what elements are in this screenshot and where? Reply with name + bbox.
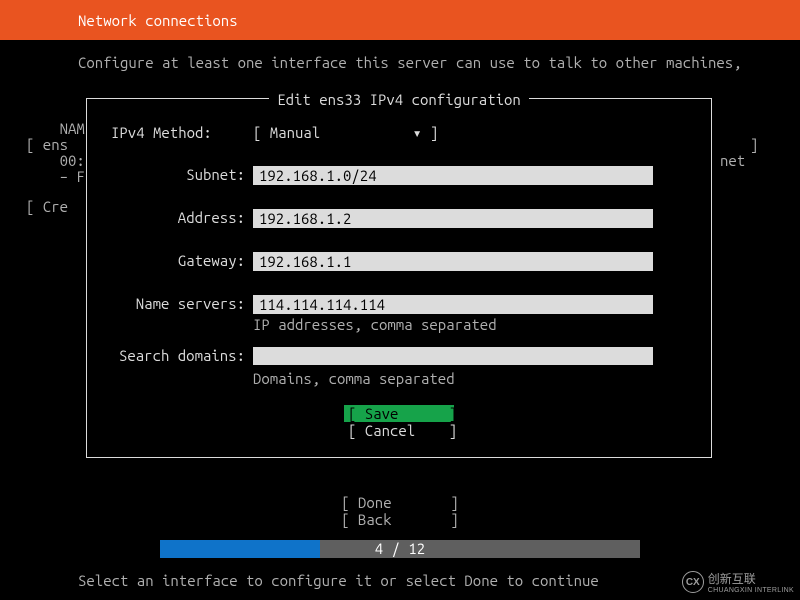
bg-mac-left: 00: (26, 152, 85, 169)
progress-bar: 4 / 12 (160, 540, 640, 558)
bottom-buttons: [ Done ] [ Back ] (0, 494, 800, 528)
address-input[interactable]: 192.168.1.2 (253, 209, 653, 228)
search-domains-hint: Domains, comma separated (253, 370, 695, 387)
bg-iface-left: [ ens (26, 136, 68, 153)
gateway-input[interactable]: 192.168.1.1 (253, 252, 653, 271)
watermark: CX 创新互联 CHUANGXIN INTERLINK (682, 570, 794, 594)
watermark-logo-icon: CX (682, 571, 704, 593)
address-label: Address: (103, 209, 253, 226)
ipv4-config-dialog: Edit ens33 IPv4 configuration IPv4 Metho… (86, 98, 712, 458)
back-button[interactable]: [ Back ] (0, 511, 800, 528)
save-button[interactable]: [ Save ] (344, 405, 454, 422)
search-domains-label: Search domains: (103, 347, 253, 364)
nameservers-label: Name servers: (103, 295, 253, 312)
nameservers-hint: IP addresses, comma separated (253, 316, 695, 333)
gateway-label: Gateway: (103, 252, 253, 269)
header-bar: Network connections (0, 0, 800, 40)
progress-label: 4 / 12 (160, 540, 640, 558)
bg-col-header: NAM (26, 120, 85, 137)
bg-create-left: [ Cre (26, 198, 68, 215)
method-label: IPv4 Method: (103, 124, 253, 141)
method-dropdown[interactable]: [ Manual ▾ ] (253, 124, 438, 141)
subnet-input[interactable]: 192.168.1.0/24 (253, 166, 653, 185)
watermark-text: 创新互联 (708, 570, 794, 587)
search-domains-input[interactable] (253, 347, 653, 365)
bg-desc-left: – F (26, 168, 85, 185)
bg-iface-right: ] (750, 136, 758, 153)
watermark-sub: CHUANGXIN INTERLINK (708, 587, 794, 594)
help-text: Configure at least one interface this se… (0, 40, 800, 85)
page-title: Network connections (78, 12, 238, 29)
cancel-button[interactable]: [ Cancel ] (344, 422, 454, 439)
subnet-label: Subnet: (103, 166, 253, 183)
done-button[interactable]: [ Done ] (0, 494, 800, 511)
footer-text: Select an interface to configure it or s… (78, 572, 599, 589)
bg-mac-right: net (720, 152, 745, 169)
nameservers-input[interactable]: 114.114.114.114 (253, 295, 653, 314)
dialog-title: Edit ens33 IPv4 configuration (269, 91, 529, 108)
